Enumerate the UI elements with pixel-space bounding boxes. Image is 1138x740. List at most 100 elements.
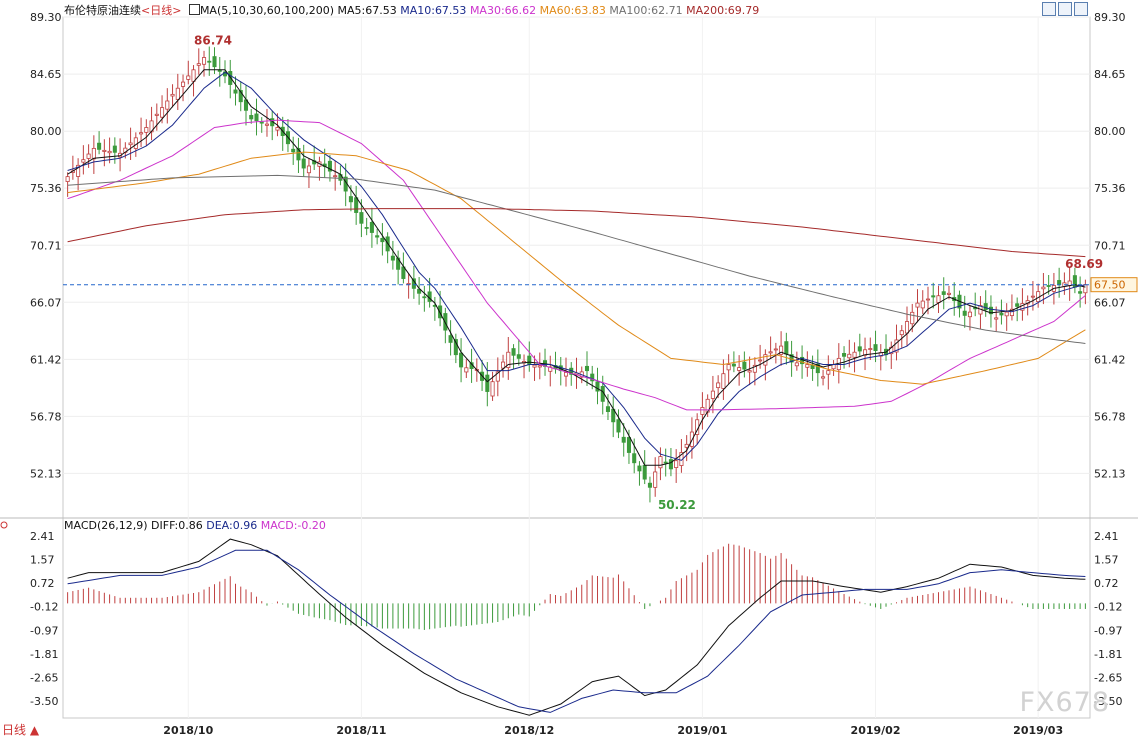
candle-body bbox=[616, 419, 621, 433]
candle-body bbox=[999, 312, 1004, 316]
chart-settings-icon[interactable] bbox=[1074, 2, 1088, 16]
price-tick-left: 61.42 bbox=[30, 353, 62, 366]
period-tag[interactable]: <日线> bbox=[141, 4, 181, 17]
candle-body bbox=[758, 359, 763, 362]
candle-body bbox=[233, 89, 238, 94]
price-tick-left: 70.71 bbox=[30, 239, 62, 252]
macd-tick-right: -0.97 bbox=[1094, 624, 1122, 637]
candle-body bbox=[301, 158, 306, 169]
macd-tick-right: -2.65 bbox=[1094, 671, 1122, 684]
macd-header: MACD(26,12,9) DIFF:0.86 DEA:0.96 MACD:-0… bbox=[64, 519, 326, 532]
candle-body bbox=[527, 355, 532, 365]
macd-tick-left: -0.97 bbox=[30, 624, 58, 637]
ma60-value: MA60:63.83 bbox=[539, 4, 606, 17]
price-tick-left: 80.00 bbox=[30, 125, 62, 138]
candle-body bbox=[359, 212, 364, 224]
candle-body bbox=[737, 367, 742, 371]
candle-body bbox=[773, 348, 778, 351]
ma-toggle-icon[interactable] bbox=[188, 4, 200, 15]
candle-body bbox=[170, 93, 175, 97]
ma5-value: MA5:67.53 bbox=[337, 4, 397, 17]
candle-body bbox=[936, 295, 941, 303]
candle-body bbox=[1078, 291, 1083, 294]
macd-tick-left: 0.72 bbox=[30, 577, 55, 590]
candle-body bbox=[306, 165, 311, 174]
candle-body bbox=[532, 364, 537, 368]
candle-body bbox=[448, 335, 453, 343]
candle-body bbox=[899, 330, 904, 336]
candle-body bbox=[962, 310, 967, 316]
candle-body bbox=[847, 353, 852, 359]
candle-body bbox=[721, 373, 726, 389]
chart-canvas: 89.30 89.30 84.65 84.65 80.00 80.00 75.36 75.36… bbox=[0, 0, 1138, 740]
candle-body bbox=[852, 351, 857, 358]
candle-body bbox=[254, 113, 259, 122]
macd-tick-right: -1.81 bbox=[1094, 648, 1122, 661]
price-tick-right: 61.42 bbox=[1094, 353, 1126, 366]
candle-body bbox=[700, 407, 705, 415]
candle-body bbox=[259, 121, 264, 124]
period-button[interactable]: 日线 ▲ bbox=[2, 721, 39, 738]
candle-body bbox=[490, 381, 495, 397]
candle-body bbox=[375, 235, 380, 238]
price-tick-left: 56.78 bbox=[30, 410, 62, 423]
candle-body bbox=[516, 354, 521, 359]
candle-body bbox=[212, 56, 217, 68]
candle-body bbox=[626, 437, 631, 453]
price-tick-right: 70.71 bbox=[1094, 239, 1126, 252]
chart-expand-icon[interactable] bbox=[1058, 2, 1072, 16]
candle-body bbox=[102, 149, 107, 152]
candle-body bbox=[165, 100, 170, 110]
candle-body bbox=[264, 123, 270, 126]
candle-body bbox=[747, 370, 752, 373]
candle-body bbox=[716, 382, 721, 389]
candle-body bbox=[684, 443, 689, 448]
macd-tick-left: 2.41 bbox=[30, 530, 55, 543]
candle-body bbox=[967, 311, 972, 318]
candle-body bbox=[726, 364, 731, 371]
candle-body bbox=[642, 465, 647, 480]
candle-body bbox=[1057, 280, 1062, 286]
diff-value: DIFF:0.86 bbox=[151, 519, 203, 532]
candle-body bbox=[1041, 286, 1046, 290]
candle-body bbox=[983, 303, 988, 311]
x-axis-label: 2019/01 bbox=[677, 724, 727, 737]
dea-value: DEA:0.96 bbox=[206, 519, 258, 532]
x-axis-label: 2018/12 bbox=[504, 724, 554, 737]
candle-body bbox=[1004, 311, 1009, 317]
candle-body bbox=[857, 346, 862, 352]
candle-body bbox=[380, 237, 385, 243]
candle-body bbox=[196, 63, 201, 66]
candle-body bbox=[511, 348, 516, 356]
candle-body bbox=[931, 295, 936, 298]
ma100-value: MA100:62.71 bbox=[609, 4, 683, 17]
candle-body bbox=[915, 302, 920, 308]
candle-body bbox=[925, 298, 931, 301]
candle-body bbox=[768, 351, 773, 354]
candle-body bbox=[65, 176, 70, 182]
candle-body bbox=[175, 87, 180, 100]
macd-tick-right: -0.12 bbox=[1094, 601, 1122, 614]
price-tick-left: 66.07 bbox=[30, 296, 62, 309]
ma30-value: MA30:66.62 bbox=[469, 4, 537, 17]
chart-mode-icon[interactable] bbox=[1042, 2, 1056, 16]
ma200-value: MA200:69.79 bbox=[686, 4, 760, 17]
candle-body bbox=[249, 115, 254, 120]
candle-body bbox=[154, 113, 159, 116]
candle-body bbox=[674, 460, 679, 468]
candle-body bbox=[207, 60, 212, 63]
candle-body bbox=[464, 367, 469, 373]
candle-body bbox=[632, 453, 637, 464]
candle-body bbox=[605, 406, 611, 412]
x-axis-label: 2018/11 bbox=[336, 724, 386, 737]
candle-body bbox=[459, 352, 464, 368]
candle-body bbox=[333, 175, 338, 178]
candle-body bbox=[86, 153, 91, 159]
candle-body bbox=[1030, 295, 1035, 298]
candle-body bbox=[107, 150, 112, 154]
candle-body bbox=[139, 132, 144, 135]
candle-body bbox=[784, 341, 789, 355]
candle-body bbox=[994, 317, 999, 320]
macd-tick-left: -2.65 bbox=[30, 671, 58, 684]
candle-body bbox=[904, 321, 910, 334]
